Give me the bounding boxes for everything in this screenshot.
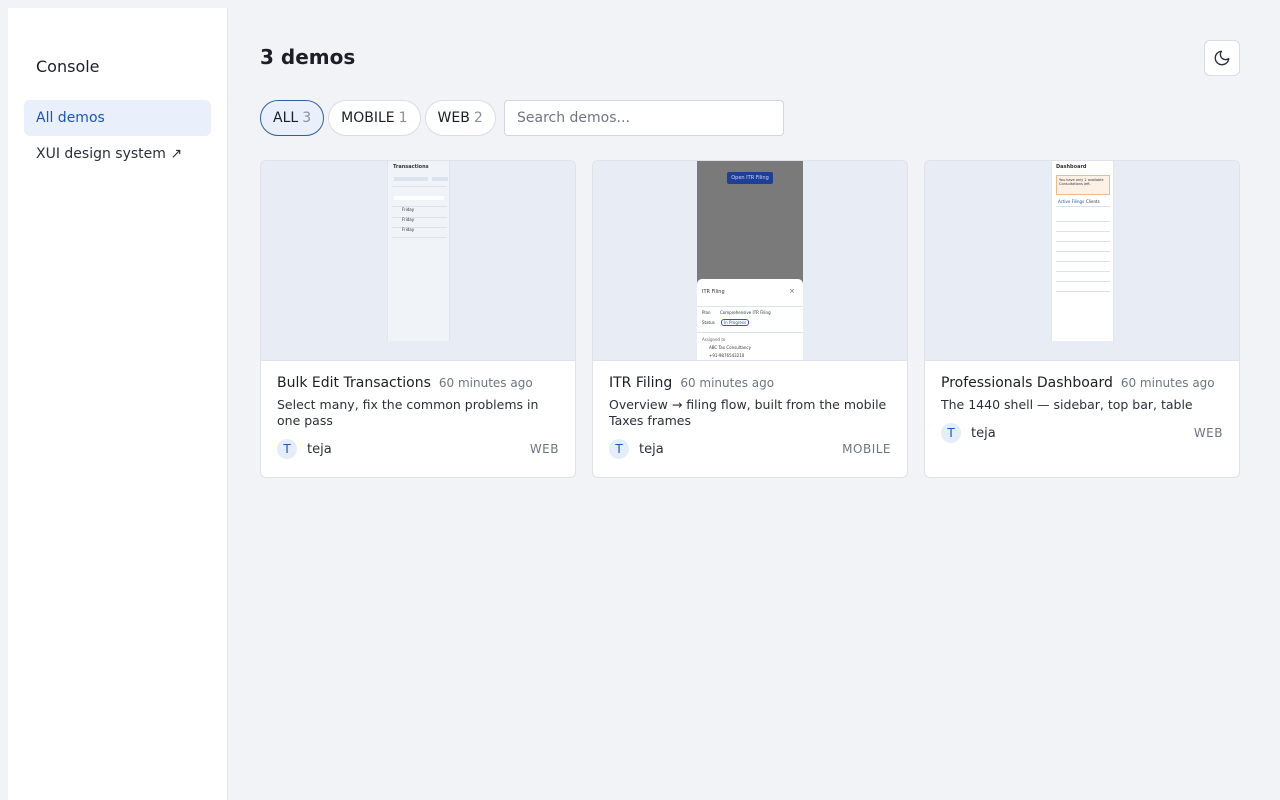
filter-chip-count: 1 [398, 110, 408, 126]
platform-badge: MOBILE [842, 442, 891, 456]
demo-thumbnail: Transactions Friday Friday Friday [261, 161, 575, 361]
sidebar-item-all-demos[interactable]: All demos [24, 100, 211, 136]
filter-chip-label: MOBILE [341, 110, 395, 126]
demo-description: The 1440 shell — sidebar, top bar, table [941, 397, 1193, 412]
close-icon: × [789, 287, 795, 295]
author-name: teja [639, 441, 664, 457]
preview-tab: Clients [1086, 199, 1100, 204]
preview-value: ABC Tax Consultancy [709, 345, 751, 350]
platform-badge: WEB [1193, 426, 1223, 440]
moon-icon [1214, 50, 1230, 66]
filter-chips: ALL 3 MOBILE 1 WEB 2 [260, 100, 496, 136]
filter-chip-count: 3 [302, 110, 312, 126]
preview-open-button: Open ITR Filing [727, 172, 773, 184]
preview-label: Status [702, 320, 715, 325]
preview-dashboard: Dashboard You have only 2 available Cons… [1051, 161, 1114, 341]
filter-chip-all[interactable]: ALL 3 [260, 100, 325, 136]
author-name: teja [307, 441, 332, 457]
demo-description: Select many, fix the common problems in … [277, 397, 539, 428]
filter-chip-label: WEB [437, 110, 470, 126]
brand-title: Console [36, 57, 100, 76]
demo-thumbnail: Open ITR Filing ITR Filing × Plan Compre… [593, 161, 907, 361]
main-content: 3 demos ALL 3 MOBILE 1 WEB 2 Transaction… [228, 0, 1280, 800]
preview-row: Friday [402, 217, 415, 222]
demo-title: Bulk Edit Transactions [277, 375, 431, 391]
theme-toggle-button[interactable] [1204, 40, 1240, 76]
demo-timestamp: 60 minutes ago [680, 376, 775, 390]
preview-row: Friday [402, 227, 415, 232]
preview-itr-filing: Open ITR Filing ITR Filing × Plan Compre… [697, 161, 803, 360]
preview-row: Friday [402, 207, 415, 212]
preview-sheet-title: ITR Filing [702, 289, 725, 295]
avatar: T [609, 439, 629, 459]
demo-title: ITR Filing [609, 375, 673, 391]
demo-title: Professionals Dashboard [941, 375, 1113, 391]
preview-status: In Progress [721, 319, 750, 326]
preview-value: Comprehensive ITR Filing [720, 310, 771, 315]
preview-heading: Dashboard [1056, 164, 1087, 170]
filter-chip-mobile[interactable]: MOBILE 1 [328, 100, 421, 136]
filter-chip-count: 2 [473, 110, 483, 126]
author: T teja [277, 439, 332, 459]
sidebar-item-xui-design-system[interactable]: XUI design system ↗ [24, 136, 211, 172]
preview-label: Assigned to [702, 337, 726, 342]
preview-tab: Active Filings [1058, 199, 1085, 204]
preview-label: Plan [702, 310, 711, 315]
author: T teja [609, 439, 664, 459]
search-input[interactable] [504, 100, 784, 136]
demo-card-grid: Transactions Friday Friday Friday Bulk E [260, 160, 1240, 478]
preview-sheet: ITR Filing × Plan Comprehensive ITR Fili… [697, 279, 803, 360]
demo-description: Overview → filing flow, built from the m… [609, 397, 887, 428]
demo-card[interactable]: Transactions Friday Friday Friday Bulk E [260, 160, 576, 478]
demo-card[interactable]: Dashboard You have only 2 available Cons… [924, 160, 1240, 478]
author-name: teja [971, 425, 996, 441]
demo-thumbnail: Dashboard You have only 2 available Cons… [925, 161, 1239, 361]
preview-transactions: Transactions Friday Friday Friday [387, 161, 450, 341]
author: T teja [941, 423, 996, 443]
avatar: T [941, 423, 961, 443]
preview-alert: You have only 2 available Consultations … [1059, 178, 1104, 186]
demo-timestamp: 60 minutes ago [438, 376, 533, 390]
platform-badge: WEB [529, 442, 559, 456]
filter-chip-label: ALL [273, 110, 299, 126]
sidebar: Console All demos XUI design system ↗ [8, 8, 228, 800]
avatar: T [277, 439, 297, 459]
preview-heading: Transactions [393, 164, 429, 170]
filter-chip-web[interactable]: WEB 2 [424, 100, 496, 136]
page-title: 3 demos [260, 45, 356, 69]
demo-card[interactable]: Open ITR Filing ITR Filing × Plan Compre… [592, 160, 908, 478]
preview-phone: +91-9876543210 [709, 353, 745, 358]
demo-timestamp: 60 minutes ago [1120, 376, 1215, 390]
